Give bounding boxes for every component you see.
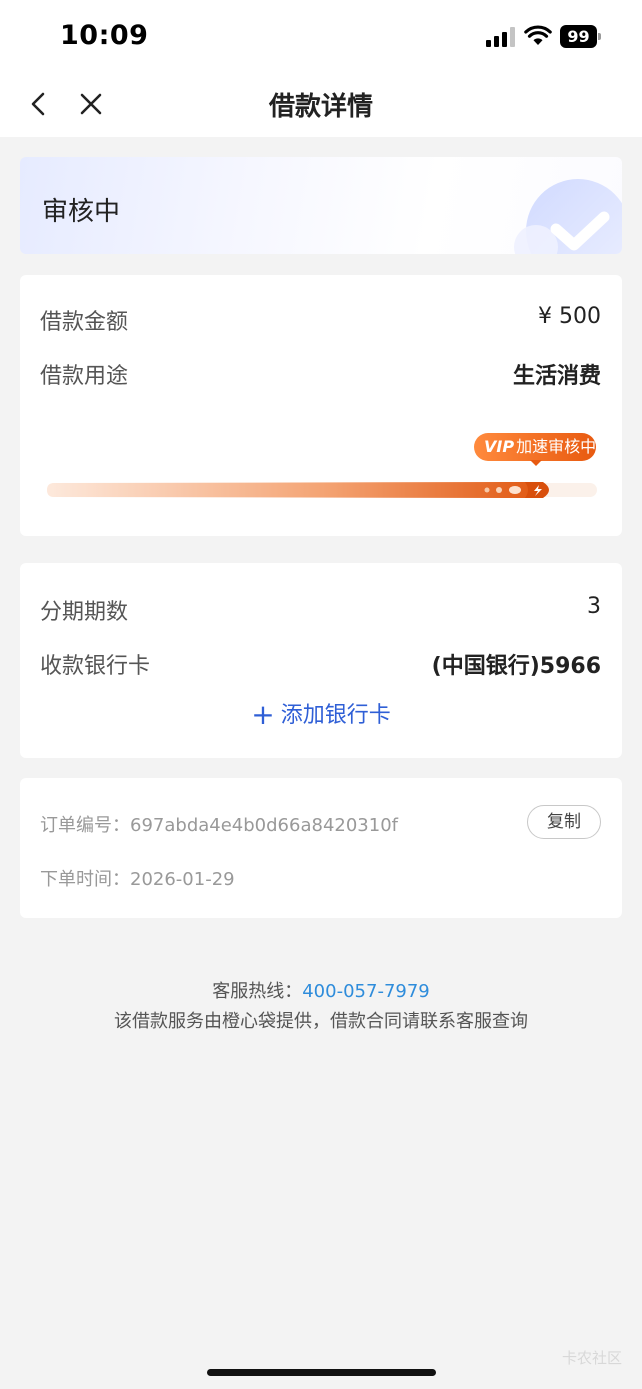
wifi-icon (524, 25, 552, 45)
vip-tag: VIP 加速审核中 (474, 433, 596, 461)
battery-tip (598, 33, 601, 40)
order-number-row: 订单编号：697abda4e4b0d66a8420310f (40, 811, 398, 837)
review-status-text: 审核中 (42, 197, 121, 227)
home-indicator[interactable] (207, 1369, 436, 1376)
top-area: 10:09 99 借款详情 (0, 0, 642, 137)
battery-level: 99 (560, 25, 597, 48)
vip-review-badge: VIP 加速审核中 (474, 433, 596, 466)
page-title: 借款详情 (268, 92, 373, 122)
plus-icon: + (251, 698, 275, 731)
vip-tag-pointer (530, 460, 542, 466)
loan-amount-value: ¥ 500 (538, 304, 601, 329)
status-bar: 10:09 99 (0, 0, 642, 72)
loan-purpose-value: 生活消费 (512, 364, 601, 389)
installments-value: 3 (587, 594, 601, 619)
copy-order-number-button[interactable]: 复制 (527, 805, 601, 839)
vip-review-text: 加速审核中 (516, 437, 597, 456)
installment-bank-card: 分期期数 3 收款银行卡 (中国银行)5966 + 添加银行卡 (20, 563, 622, 758)
add-bank-card-label: 添加银行卡 (280, 703, 391, 728)
customer-service-line: 客服热线：400-057-7979 (0, 977, 642, 1003)
loan-amount-label: 借款金额 (40, 310, 129, 335)
order-number-value: 697abda4e4b0d66a8420310f (130, 815, 398, 836)
battery-icon: 99 (560, 25, 602, 48)
nav-bar: 借款详情 (0, 72, 642, 137)
status-time: 10:09 (60, 20, 149, 51)
order-time-row: 下单时间：2026-01-29 (40, 865, 235, 891)
loan-info-card: 借款金额 ¥ 500 借款用途 生活消费 VIP 加速审核中 (20, 275, 622, 536)
vip-icon: VIP (484, 437, 515, 456)
order-time-label: 下单时间： (40, 869, 130, 890)
bank-card-label: 收款银行卡 (40, 654, 151, 679)
loan-purpose-label: 借款用途 (40, 364, 129, 389)
hotline-label: 客服热线： (212, 981, 303, 1002)
review-status-card: 审核中 (20, 157, 622, 254)
hotline-number-link[interactable]: 400-057-7979 (302, 981, 430, 1002)
order-number-label: 订单编号： (40, 815, 130, 836)
service-provider-note: 该借款服务由橙心袋提供，借款合同请联系客服查询 (114, 1011, 528, 1032)
order-info-card: 订单编号：697abda4e4b0d66a8420310f 复制 下单时间：20… (20, 778, 622, 918)
watermark-text: 卡农社区 (561, 1349, 622, 1367)
review-progress-bar (47, 482, 597, 498)
order-time-value: 2026-01-29 (130, 869, 235, 890)
installments-label: 分期期数 (40, 600, 129, 625)
add-bank-card-button[interactable]: + 添加银行卡 (20, 697, 622, 731)
bank-card-value-text: (中国银行)5966 (431, 654, 601, 679)
cellular-signal-icon (486, 27, 515, 47)
bank-card-value: (中国银行)5966 (432, 648, 601, 680)
checkmark-badge-icon (514, 179, 622, 254)
